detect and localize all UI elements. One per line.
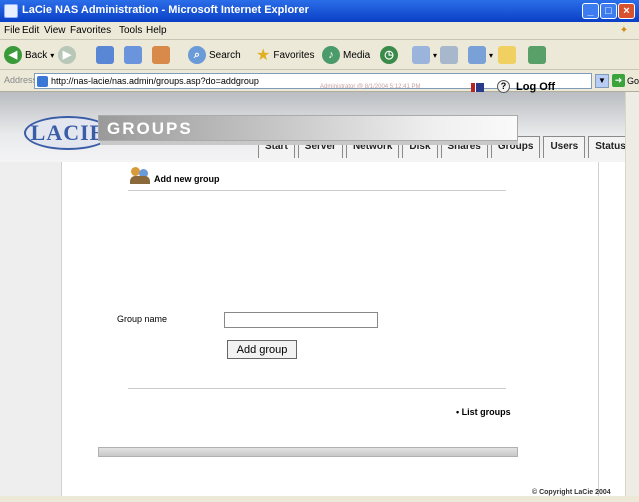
forward-button[interactable]: ▶	[58, 44, 76, 66]
close-button[interactable]: ×	[618, 3, 635, 19]
nav-status[interactable]: Status	[588, 136, 625, 158]
stop-button[interactable]	[96, 44, 114, 66]
folder-icon	[498, 46, 516, 64]
go-arrow-icon: ➜	[612, 74, 625, 87]
history-button[interactable]: ◷	[380, 44, 398, 66]
group-name-input[interactable]	[224, 312, 378, 328]
stop-icon	[96, 46, 114, 64]
menu-help[interactable]: Help	[146, 25, 167, 36]
print-button[interactable]	[440, 44, 458, 66]
add-group-button[interactable]: Add group	[227, 340, 297, 359]
media-button[interactable]: ♪ Media	[322, 44, 370, 66]
edit-button[interactable]: ▾	[468, 44, 493, 66]
section-title: Add new group	[154, 174, 220, 184]
footer-bar	[98, 447, 518, 457]
title-bar: LaCie NAS Administration - Microsoft Int…	[0, 0, 639, 22]
refresh-icon	[124, 46, 142, 64]
search-button[interactable]: ⌕ Search	[188, 44, 241, 66]
form-divider	[128, 388, 506, 389]
page-title: GROUPS	[107, 119, 193, 138]
discuss-button[interactable]	[498, 44, 516, 66]
menu-file[interactable]: File	[4, 25, 20, 36]
print-icon	[440, 46, 458, 64]
refresh-button[interactable]	[124, 44, 142, 66]
back-label: Back	[25, 49, 48, 61]
maximize-button[interactable]: □	[600, 3, 617, 19]
banner-shadow	[100, 141, 518, 145]
edit-dropdown-icon: ▾	[489, 50, 494, 60]
back-arrow-icon: ◀	[4, 46, 22, 64]
section-divider	[128, 190, 506, 191]
status-bar	[0, 496, 639, 502]
search-label: Search	[209, 49, 241, 61]
media-label: Media	[343, 49, 371, 61]
ie-icon	[4, 4, 18, 18]
vertical-scrollbar[interactable]	[625, 92, 639, 496]
go-button[interactable]: ➜ Go	[612, 74, 639, 87]
users-group-icon	[130, 166, 150, 184]
forward-arrow-icon: ▶	[58, 46, 76, 64]
star-icon: ★	[256, 47, 271, 64]
minimize-button[interactable]: _	[582, 3, 599, 19]
groups-banner: GROUPS	[98, 115, 518, 141]
page-icon	[37, 76, 48, 87]
menu-view[interactable]: View	[44, 25, 66, 36]
help-icon[interactable]: ?	[497, 80, 510, 93]
home-button[interactable]	[152, 44, 170, 66]
address-label: Address	[4, 75, 38, 85]
menu-bar: File Edit View Favorites Tools Help ✦	[0, 22, 639, 40]
right-border	[598, 162, 599, 496]
group-name-label: Group name	[117, 314, 168, 324]
toolbar: ◀ Back ▾ ▶ ⌕ Search ★ Favorites ♪ Media …	[0, 40, 639, 70]
messenger-icon	[528, 46, 546, 64]
windows-logo-icon: ✦	[619, 25, 629, 36]
copyright-text: © Copyright LaCie 2004	[532, 489, 611, 496]
home-icon	[152, 46, 170, 64]
search-icon: ⌕	[188, 46, 206, 64]
address-url: http://nas-lacie/nas.admin/groups.asp?do…	[51, 76, 259, 86]
user-session-info: Administrator @ 8/1/2004 5:12:41 PM	[320, 84, 421, 90]
menu-tools[interactable]: Tools	[119, 25, 142, 36]
media-icon: ♪	[322, 46, 340, 64]
list-groups-label: List groups	[461, 407, 511, 417]
mail-button[interactable]: ▾	[412, 44, 437, 66]
go-label: Go	[627, 75, 639, 86]
logoff-link[interactable]: Log Off	[516, 81, 555, 93]
back-dropdown-icon: ▾	[50, 50, 55, 60]
messenger-button[interactable]	[528, 44, 546, 66]
favorites-button[interactable]: ★ Favorites	[256, 44, 314, 66]
window-title: LaCie NAS Administration - Microsoft Int…	[22, 4, 309, 16]
page-viewport: LACIE Start Server Network Disk Shares G…	[0, 92, 625, 496]
menu-favorites[interactable]: Favorites	[70, 25, 111, 36]
mail-dropdown-icon: ▾	[433, 50, 438, 60]
favorites-label: Favorites	[273, 49, 315, 61]
uk-flag-icon[interactable]	[471, 83, 484, 92]
nav-users[interactable]: Users	[543, 136, 586, 158]
address-dropdown-icon[interactable]: ▼	[595, 74, 609, 88]
history-icon: ◷	[380, 46, 398, 64]
left-sidebar	[0, 162, 62, 496]
menu-edit[interactable]: Edit	[22, 25, 39, 36]
edit-icon	[468, 46, 486, 64]
back-button[interactable]: ◀ Back ▾	[4, 44, 54, 66]
mail-icon	[412, 46, 430, 64]
list-groups-link[interactable]: • List groups	[456, 407, 511, 417]
